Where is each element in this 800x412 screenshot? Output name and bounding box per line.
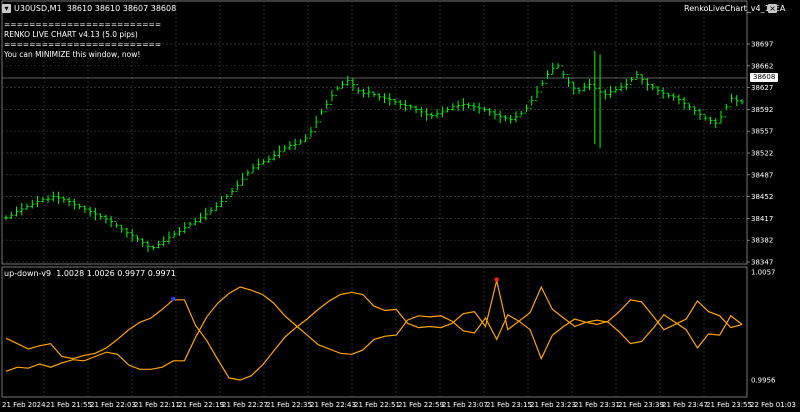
time-tick-label: 21 Feb 23:07 [442,401,488,409]
time-tick-label: 21 Feb 22:11 [134,401,180,409]
signal-dot-blue [171,296,176,302]
time-tick-label: 21 Feb 23:47 [662,401,708,409]
time-tick-label: 21 Feb 23:39 [618,401,664,409]
indicator-tick-label: 0.9956 [751,377,776,385]
info-title: RENKO LIVE CHART v4.13 (5.0 pips) [4,30,138,39]
time-tick-label: 21 Feb 22:51 [354,401,400,409]
price-tick-label: 38382 [751,237,773,245]
price-tick-label: 38592 [751,106,773,114]
time-tick-label: 21 Feb 22:27 [222,401,268,409]
time-tick-label: 21 Feb 22:19 [178,401,224,409]
price-tick-label: 38662 [751,62,773,70]
info-minimize-hint: You can MINIMIZE this window, now! [4,50,141,59]
price-tick-label: 38347 [751,259,773,266]
time-tick-label: 21 Feb 22:35 [266,401,312,409]
price-tick-label: 38522 [751,150,773,158]
current-price-label: 38608 [750,73,779,82]
info-separator-bottom: ========================= [4,40,162,49]
time-tick-label: 21 Feb 23:15 [486,401,532,409]
time-tick-label: 21 Feb 22:59 [398,401,444,409]
indicator-chart[interactable]: 1.0057 0.9956 [0,266,800,398]
time-tick-label: 21 Feb 22:03 [90,401,136,409]
price-tick-label: 38557 [751,128,773,136]
chart-title: U30USD,M1 38610 38610 38607 38608 [14,4,177,13]
time-tick-label: 21 Feb 23:23 [530,401,576,409]
time-tick-label: 21 Feb 2024 [2,401,46,409]
time-tick-label: 21 Feb 23:55 [706,401,752,409]
time-axis: 21 Feb 2024 21 Feb 21:55 21 Feb 22:03 21 Fe… [0,398,800,412]
price-tick-label: 38627 [751,84,773,92]
chevron-down-icon[interactable]: ▾ [2,4,11,13]
time-tick-label: 21 Feb 21:55 [46,401,92,409]
indicator-tick-label: 1.0057 [751,269,776,277]
indicator-title: up-down-v9 1.0028 1.0026 0.9977 0.9971 [4,269,176,278]
price-tick-label: 38487 [751,171,773,179]
price-tick-label: 38417 [751,215,773,223]
time-tick-label: 21 Feb 23:31 [574,401,620,409]
close-icon[interactable]: × [768,4,777,13]
time-tick-label: 22 Feb 01:03 [750,401,796,409]
renko-info-box: ========================= RENKO LIVE CHA… [4,20,162,60]
signal-dot-red [494,277,499,282]
sub-background [0,266,800,398]
info-separator-top: ========================= [4,20,162,29]
time-tick-label: 21 Feb 22:43 [310,401,356,409]
price-tick-label: 38452 [751,193,773,201]
price-tick-label: 38697 [751,41,773,49]
